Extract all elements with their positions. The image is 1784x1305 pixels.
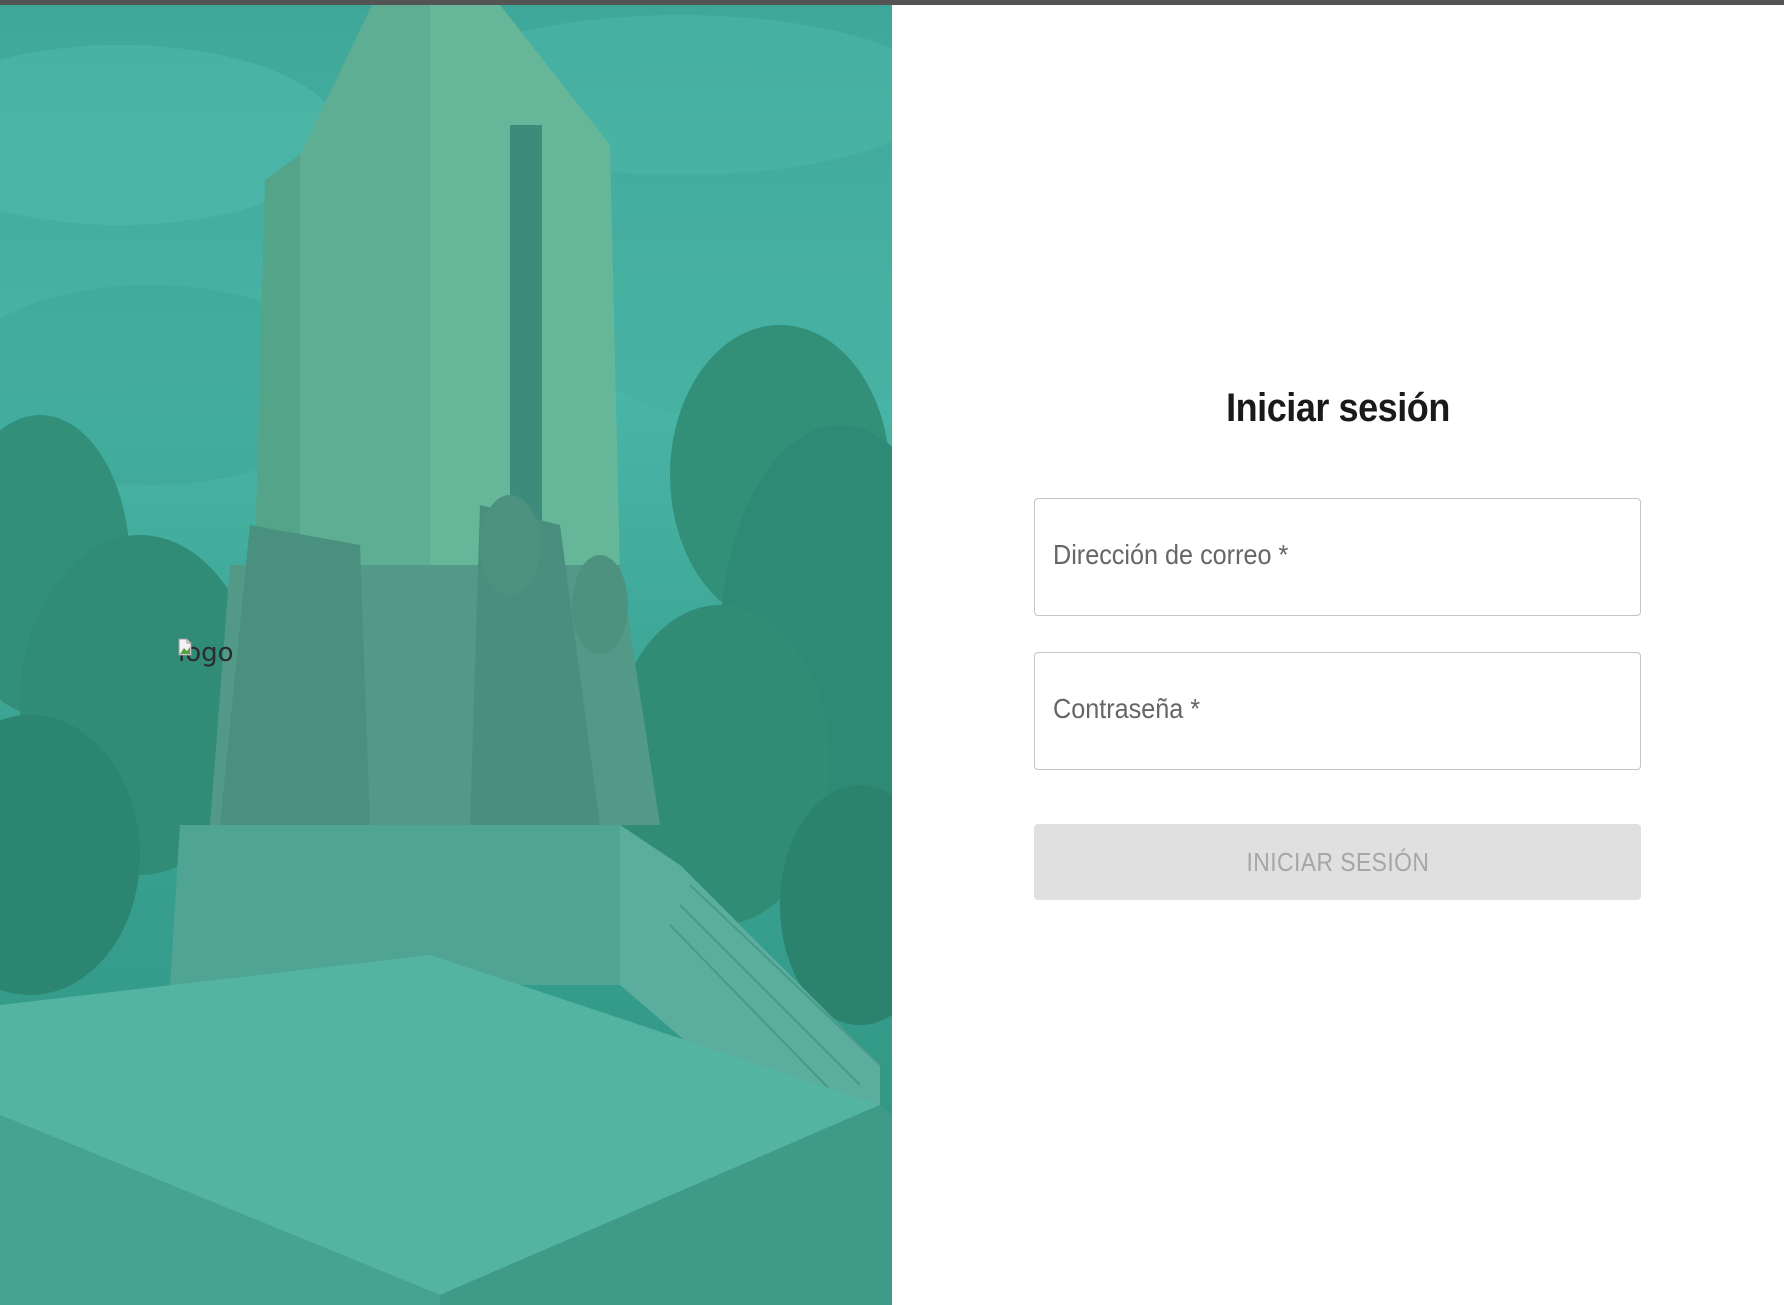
password-input[interactable] [1035, 653, 1640, 769]
login-submit-button[interactable]: INICIAR SESIÓN [1034, 824, 1641, 900]
hero-image: logo [0, 5, 892, 1305]
password-field[interactable]: Contraseña * [1034, 652, 1641, 770]
monument-illustration [0, 5, 892, 1305]
login-submit-label: INICIAR SESIÓN [1246, 847, 1429, 877]
email-input[interactable] [1035, 499, 1640, 615]
login-title: Iniciar sesión [1226, 386, 1450, 430]
broken-image-icon [178, 638, 192, 656]
email-field[interactable]: Dirección de correo * [1034, 498, 1641, 616]
login-panel: Iniciar sesión Dirección de correo * Con… [892, 5, 1784, 1305]
logo: logo [178, 638, 234, 668]
